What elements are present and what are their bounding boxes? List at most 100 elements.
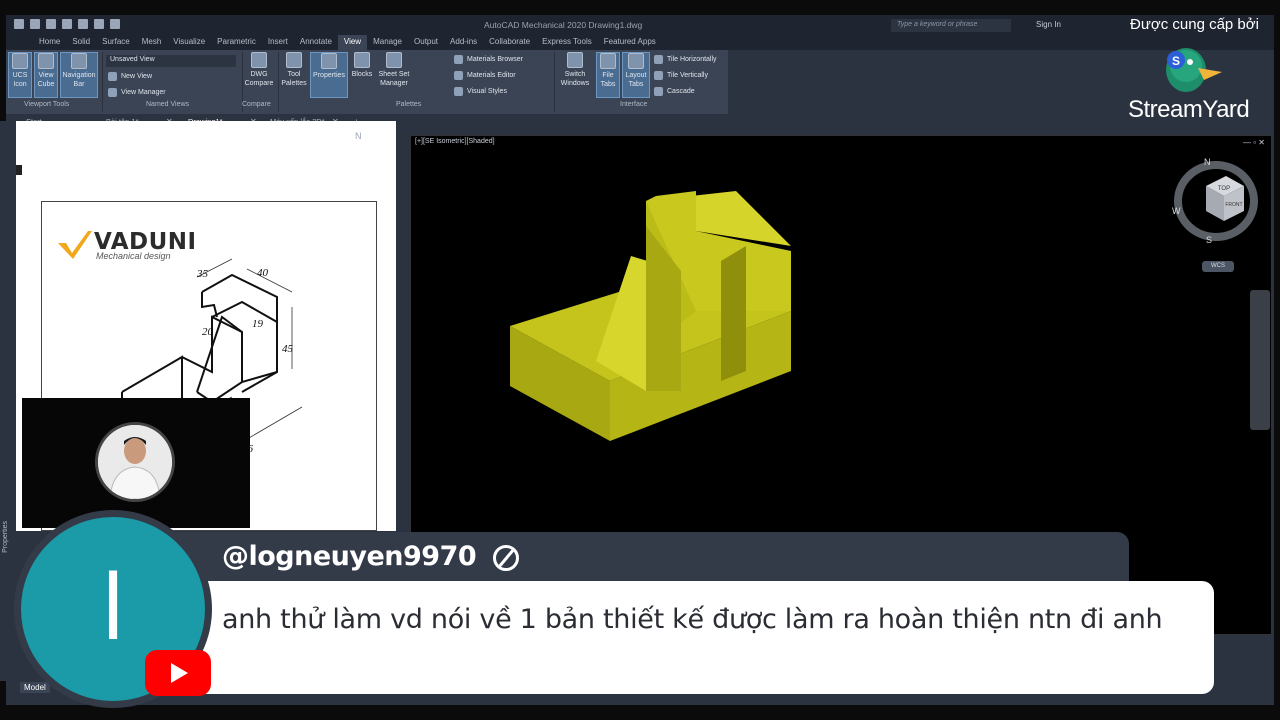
blocks-label: Blocks bbox=[351, 71, 373, 78]
blocks-button[interactable]: Blocks bbox=[350, 52, 374, 98]
dwg-compare-label: DWG Compare bbox=[244, 71, 274, 87]
cascade-label: Cascade bbox=[667, 88, 695, 95]
screen: AutoCAD Mechanical 2020 Drawing1.dwg Typ… bbox=[0, 0, 1280, 720]
navigation-bar[interactable] bbox=[1250, 290, 1270, 430]
tab-featured-apps[interactable]: Featured Apps bbox=[598, 35, 662, 50]
properties-button[interactable]: Properties bbox=[310, 52, 348, 98]
new-view-label: New View bbox=[121, 73, 152, 80]
webcam-overlay bbox=[22, 398, 250, 528]
navigation-bar-button[interactable]: Navigation Bar bbox=[60, 52, 98, 98]
panel-divider bbox=[278, 52, 279, 112]
file-tabs-icon bbox=[600, 53, 616, 69]
visual-styles-button[interactable]: Visual Styles bbox=[454, 87, 507, 96]
named-view-select[interactable]: Unsaved View bbox=[106, 55, 236, 67]
sheet-set-manager-button[interactable]: Sheet Set Manager bbox=[376, 52, 412, 98]
chat-username-text: @logneuyen9970 bbox=[222, 541, 477, 572]
materials-browser-button[interactable]: Materials Browser bbox=[454, 55, 523, 64]
compass-west-label: W bbox=[1172, 206, 1181, 216]
side-panel-strip[interactable]: Properties bbox=[0, 121, 16, 681]
print-icon[interactable] bbox=[78, 19, 88, 29]
view-manager-button[interactable]: View Manager bbox=[108, 88, 166, 97]
vaduni-check-icon bbox=[58, 231, 92, 259]
undo-icon[interactable] bbox=[94, 19, 104, 29]
tile-horizontally-button[interactable]: Tile Horizontally bbox=[654, 55, 717, 64]
drawing-marker bbox=[16, 165, 22, 175]
ribbon-tab-bar: Home Solid Surface Mesh Visualize Parame… bbox=[6, 35, 1274, 50]
tab-visualize[interactable]: Visualize bbox=[167, 35, 211, 50]
tool-palettes-button[interactable]: Tool Palettes bbox=[280, 52, 308, 98]
view-cube-button[interactable]: View Cube bbox=[34, 52, 58, 98]
compass-north-label: N bbox=[355, 131, 362, 141]
panel-divider bbox=[102, 52, 103, 112]
dwg-compare-button[interactable]: DWG Compare bbox=[244, 52, 274, 98]
tab-solid[interactable]: Solid bbox=[66, 35, 96, 50]
tab-view[interactable]: View bbox=[337, 35, 368, 50]
quick-access-toolbar[interactable] bbox=[14, 19, 120, 29]
ucs-icon-button[interactable]: UCS Icon bbox=[8, 52, 32, 98]
tab-mesh[interactable]: Mesh bbox=[136, 35, 168, 50]
compass-north-label: N bbox=[1204, 157, 1211, 167]
sheet-set-icon bbox=[386, 52, 402, 68]
model-tab[interactable]: Model bbox=[20, 682, 50, 693]
new-file-icon[interactable] bbox=[14, 19, 24, 29]
layout-tabs-button[interactable]: Layout Tabs bbox=[622, 52, 650, 98]
presenter-image bbox=[98, 425, 172, 499]
tile-horizontally-icon bbox=[654, 55, 663, 64]
save-as-icon[interactable] bbox=[62, 19, 72, 29]
tab-parametric[interactable]: Parametric bbox=[211, 35, 262, 50]
presenter-avatar bbox=[95, 422, 175, 502]
tab-surface[interactable]: Surface bbox=[96, 35, 136, 50]
viewport-tools-title: Viewport Tools bbox=[24, 101, 70, 108]
tile-vertically-button[interactable]: Tile Vertically bbox=[654, 71, 708, 80]
tab-output[interactable]: Output bbox=[408, 35, 444, 50]
tab-manage[interactable]: Manage bbox=[367, 35, 408, 50]
ribbon-panel: UCS Icon View Cube Navigation Bar Viewpo… bbox=[6, 50, 728, 114]
streamyard-provided-by: Được cung cấp bởi bbox=[1130, 16, 1259, 33]
dimension-45: 45 bbox=[282, 343, 294, 355]
switch-windows-button[interactable]: Switch Windows bbox=[558, 52, 592, 98]
tab-insert[interactable]: Insert bbox=[262, 35, 294, 50]
cascade-icon bbox=[654, 87, 663, 96]
dwg-compare-icon bbox=[251, 52, 267, 68]
file-tabs-button[interactable]: File Tabs bbox=[596, 52, 620, 98]
tab-collaborate[interactable]: Collaborate bbox=[483, 35, 536, 50]
materials-editor-button[interactable]: Materials Editor bbox=[454, 71, 516, 80]
viewcube-widget[interactable]: TOP FRONT N W S bbox=[1166, 151, 1261, 246]
cascade-button[interactable]: Cascade bbox=[654, 87, 695, 96]
navigation-bar-label: Navigation Bar bbox=[62, 72, 96, 88]
compare-title: Compare bbox=[242, 101, 271, 108]
viewport-window-controls[interactable]: — ▫ ✕ bbox=[1243, 138, 1265, 147]
materials-editor-icon bbox=[454, 71, 463, 80]
switch-windows-label: Switch Windows bbox=[560, 71, 590, 87]
open-file-icon[interactable] bbox=[30, 19, 40, 29]
viewcube-front-label[interactable]: FRONT bbox=[1225, 202, 1242, 208]
layout-tabs-icon bbox=[628, 53, 644, 69]
materials-editor-label: Materials Editor bbox=[467, 72, 516, 79]
view-cube-label: View Cube bbox=[37, 72, 55, 88]
tab-add-ins[interactable]: Add-ins bbox=[444, 35, 483, 50]
properties-label: Properties bbox=[313, 72, 345, 79]
sign-in-button[interactable]: Sign In bbox=[1036, 20, 1061, 29]
view-manager-icon bbox=[108, 88, 117, 97]
search-input[interactable]: Type a keyword or phrase bbox=[891, 19, 1011, 32]
chat-message: anh thử làm vd nói về 1 bản thiết kế đượ… bbox=[222, 604, 1163, 635]
viewcube-top-label[interactable]: TOP bbox=[1218, 186, 1230, 192]
dimension-19: 19 bbox=[252, 318, 264, 330]
cube-icon bbox=[38, 53, 54, 69]
wcs-menu[interactable]: WCS bbox=[1202, 261, 1234, 272]
title-bar: AutoCAD Mechanical 2020 Drawing1.dwg Typ… bbox=[6, 15, 1274, 35]
new-view-button[interactable]: New View bbox=[108, 72, 152, 81]
palettes-title: Palettes bbox=[396, 101, 422, 108]
properties-palette-label[interactable]: Properties bbox=[2, 521, 9, 553]
tab-home[interactable]: Home bbox=[33, 35, 66, 50]
ucs-icon-label: UCS Icon bbox=[12, 72, 28, 88]
viewport-controls-label[interactable]: [+][SE Isometric][Shaded] bbox=[415, 138, 495, 145]
panel-divider bbox=[554, 52, 555, 112]
tab-annotate[interactable]: Annotate bbox=[294, 35, 338, 50]
dimension-20: 20 bbox=[202, 326, 214, 338]
chat-username: @logneuyen9970 bbox=[222, 541, 520, 572]
save-icon[interactable] bbox=[46, 19, 56, 29]
blocks-icon bbox=[354, 52, 370, 68]
redo-icon[interactable] bbox=[110, 19, 120, 29]
tab-express-tools[interactable]: Express Tools bbox=[536, 35, 598, 50]
